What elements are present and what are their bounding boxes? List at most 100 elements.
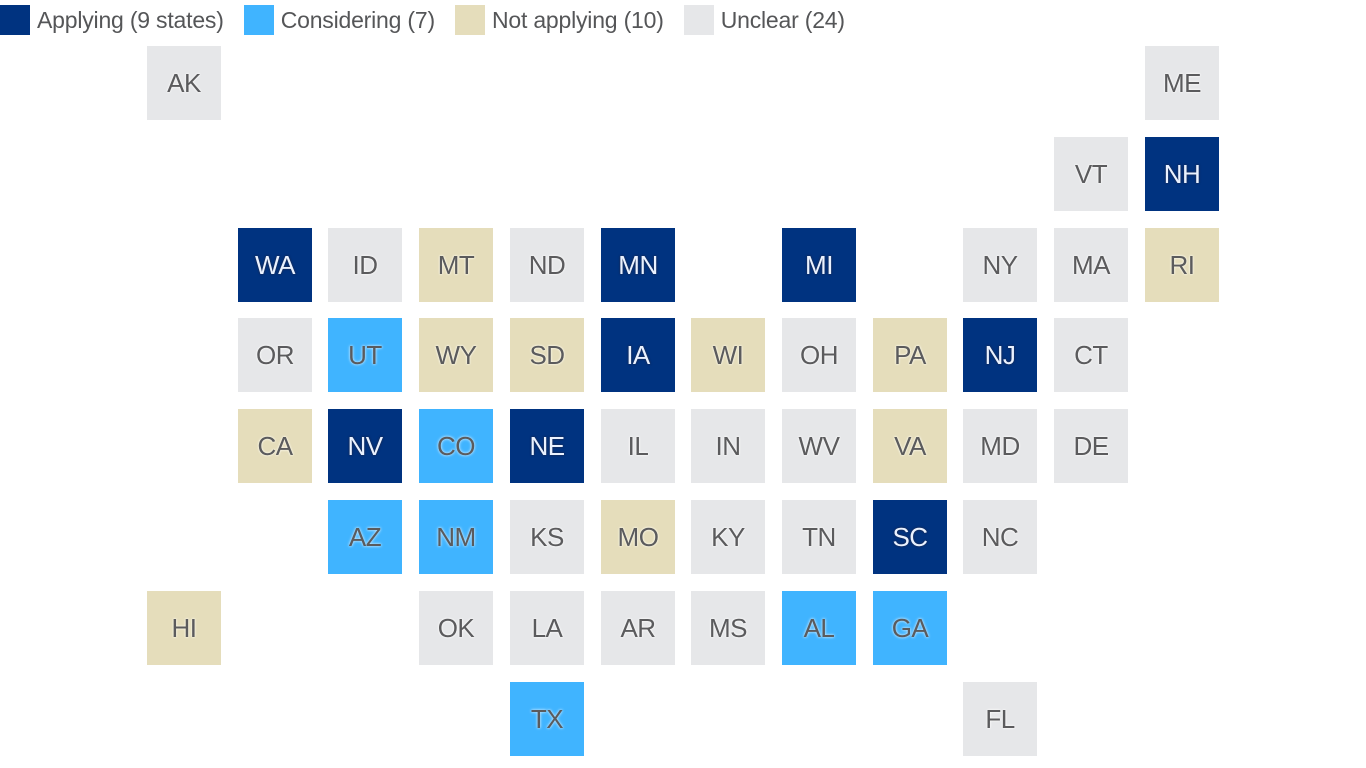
state-tile-in: IN <box>691 409 765 483</box>
state-label: ME <box>1163 67 1202 98</box>
state-tile-mn: MN <box>601 228 675 302</box>
state-label: GA <box>891 612 929 643</box>
state-label: WY <box>435 339 477 370</box>
state-tile-nh: NH <box>1145 137 1219 211</box>
state-label: AL <box>803 612 835 643</box>
state-tile-fl: FL <box>963 682 1037 756</box>
state-label: NJ <box>984 339 1016 370</box>
state-tile-ny: NY <box>963 228 1037 302</box>
state-tile-hi: HI <box>147 591 221 665</box>
state-tile-sc: SC <box>873 500 947 574</box>
state-tile-nd: ND <box>510 228 584 302</box>
state-label: AK <box>167 67 201 98</box>
state-label: AR <box>620 612 656 643</box>
state-tile-tx: TX <box>510 682 584 756</box>
state-tile-mo: MO <box>601 500 675 574</box>
state-tile-sd: SD <box>510 318 584 392</box>
state-tile-ca: CA <box>238 409 312 483</box>
state-tile-nm: NM <box>419 500 493 574</box>
state-label: MD <box>980 430 1020 461</box>
state-tile-al: AL <box>782 591 856 665</box>
state-tile-wy: WY <box>419 318 493 392</box>
state-label: MT <box>437 249 475 280</box>
state-label: MA <box>1072 249 1111 280</box>
state-label: ND <box>528 249 566 280</box>
state-tile-oh: OH <box>782 318 856 392</box>
state-tile-id: ID <box>328 228 402 302</box>
state-label: LA <box>531 612 563 643</box>
state-label: OR <box>256 339 295 370</box>
state-label: MI <box>805 249 833 280</box>
state-label: IA <box>626 339 650 370</box>
state-label: NC <box>981 521 1019 552</box>
state-tile-co: CO <box>419 409 493 483</box>
state-label: OH <box>800 339 839 370</box>
state-label: DE <box>1073 430 1109 461</box>
state-label: VA <box>894 430 926 461</box>
state-tile-ok: OK <box>419 591 493 665</box>
state-label: KS <box>530 521 564 552</box>
state-label: NH <box>1163 158 1201 189</box>
state-label: UT <box>348 339 382 370</box>
state-label: HI <box>171 612 198 643</box>
state-tile-ri: RI <box>1145 228 1219 302</box>
state-tile-nv: NV <box>328 409 402 483</box>
state-label: AZ <box>348 521 382 552</box>
state-tile-la: LA <box>510 591 584 665</box>
state-label: TN <box>802 521 836 552</box>
state-label: WV <box>798 430 840 461</box>
state-tile-me: ME <box>1145 46 1219 120</box>
state-tile-md: MD <box>963 409 1037 483</box>
state-label: MO <box>617 521 659 552</box>
state-tile-tn: TN <box>782 500 856 574</box>
state-tile-vt: VT <box>1054 137 1128 211</box>
state-tile-or: OR <box>238 318 312 392</box>
state-label: IL <box>627 430 649 461</box>
state-tile-pa: PA <box>873 318 947 392</box>
state-label: FL <box>985 703 1015 734</box>
state-tile-az: AZ <box>328 500 402 574</box>
state-label: RI <box>1169 249 1196 280</box>
state-label: SC <box>892 521 928 552</box>
state-tile-grid-map: AK ME VT NH WA ID MT ND MN MI NY MA RI OR UT WY SD IA WI OH… <box>0 0 1366 768</box>
state-tile-ga: GA <box>873 591 947 665</box>
state-label: VT <box>1074 158 1108 189</box>
state-tile-wa: WA <box>238 228 312 302</box>
state-label: WA <box>255 249 295 280</box>
state-tile-de: DE <box>1054 409 1128 483</box>
state-label: TX <box>530 703 564 734</box>
state-label: WI <box>712 339 744 370</box>
state-label: CA <box>257 430 293 461</box>
state-label: SD <box>529 339 565 370</box>
state-label: IN <box>715 430 742 461</box>
state-tile-wi: WI <box>691 318 765 392</box>
state-tile-ma: MA <box>1054 228 1128 302</box>
state-label: MN <box>618 249 658 280</box>
state-tile-mi: MI <box>782 228 856 302</box>
state-tile-ak: AK <box>147 46 221 120</box>
state-tile-ut: UT <box>328 318 402 392</box>
state-label: NY <box>982 249 1018 280</box>
state-tile-ks: KS <box>510 500 584 574</box>
state-label: NM <box>436 521 476 552</box>
state-label: PA <box>894 339 926 370</box>
state-label: CO <box>437 430 476 461</box>
state-label: ID <box>352 249 379 280</box>
state-label: OK <box>437 612 475 643</box>
state-label: NV <box>347 430 383 461</box>
state-tile-wv: WV <box>782 409 856 483</box>
state-tile-ia: IA <box>601 318 675 392</box>
state-tile-nc: NC <box>963 500 1037 574</box>
state-label: KY <box>711 521 745 552</box>
state-tile-ct: CT <box>1054 318 1128 392</box>
state-tile-il: IL <box>601 409 675 483</box>
state-tile-ar: AR <box>601 591 675 665</box>
state-tile-ne: NE <box>510 409 584 483</box>
state-tile-va: VA <box>873 409 947 483</box>
state-label: NE <box>529 430 565 461</box>
state-tile-ky: KY <box>691 500 765 574</box>
state-tile-nj: NJ <box>963 318 1037 392</box>
state-label: MS <box>709 612 748 643</box>
state-tile-ms: MS <box>691 591 765 665</box>
state-tile-mt: MT <box>419 228 493 302</box>
